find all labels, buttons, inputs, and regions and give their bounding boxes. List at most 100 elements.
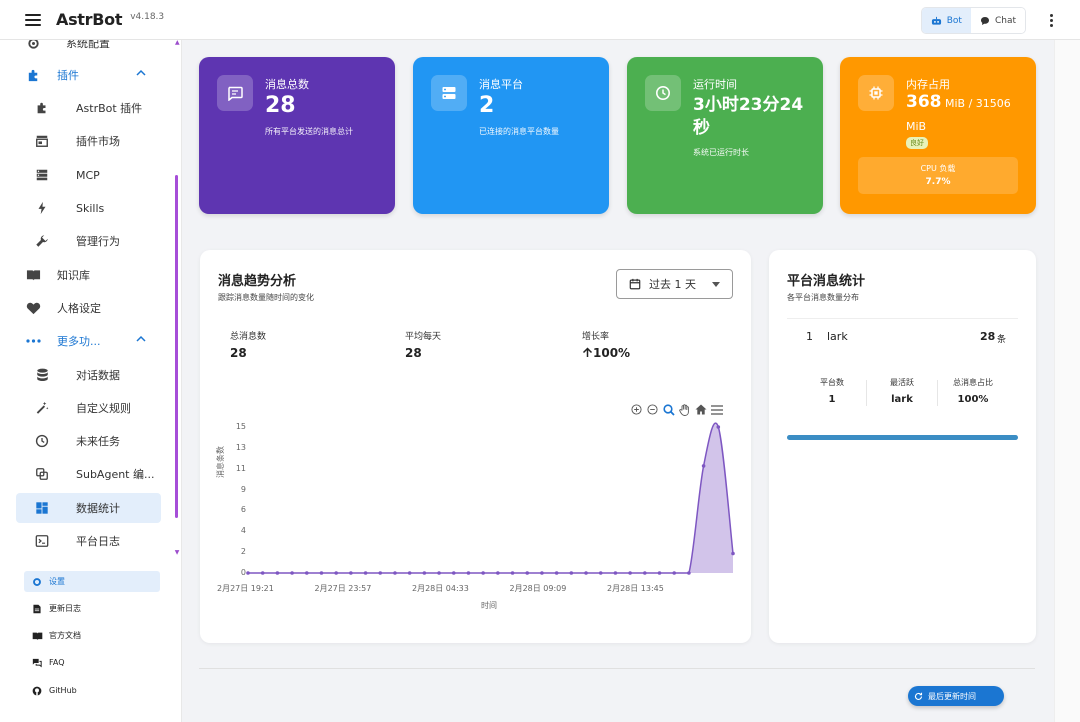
time-range-select[interactable]: 过去 1 天 [616,269,733,299]
cpu-load-label: CPU 负载 [920,164,956,173]
data-point[interactable] [334,571,338,575]
store-icon [33,132,51,150]
sidebar-item-persona[interactable]: 人格设定 [16,293,161,323]
sidebar-item-conversation-data[interactable]: 对话数据 [16,360,161,390]
summary-share-value: 100% [957,394,989,405]
data-point[interactable] [584,571,588,575]
sidebar-item-future-tasks[interactable]: 未来任务 [16,426,161,456]
data-point[interactable] [731,551,735,556]
card-description: 已连接的消息平台数量 [479,127,559,136]
series-line [248,422,734,574]
sidebar-item-mcp[interactable]: MCP [16,160,161,190]
y-tick-label: 2 [240,547,246,557]
data-point[interactable] [716,425,721,429]
data-point[interactable] [363,571,368,575]
more-options-icon[interactable] [1046,12,1057,29]
sidebar-item-knowledge-base[interactable]: 知识库 [16,260,161,290]
data-point[interactable] [554,571,559,575]
data-point[interactable] [290,571,294,575]
sidebar-docs-link[interactable]: 官方文档 [24,625,160,646]
menu-toggle-icon[interactable] [25,13,41,26]
data-point[interactable] [260,571,265,575]
data-point[interactable] [510,571,515,575]
sidebar-github-link[interactable]: GitHub [24,680,160,701]
reset-home-icon[interactable] [694,403,707,416]
sidebar-item-skills[interactable]: Skills [16,193,161,223]
last-updated-label: 最后更新时间 [928,691,976,701]
chart-menu-icon[interactable] [710,403,723,416]
sidebar-item-plugins[interactable]: 插件 [16,60,161,90]
data-point[interactable] [643,571,647,575]
chevron-up-icon[interactable] [136,335,146,343]
data-point[interactable] [613,571,618,575]
sidebar-item-plugin-market[interactable]: 插件市场 [16,126,161,156]
document-icon [31,603,43,615]
platform-rank: 1 [806,330,813,343]
data-point[interactable] [701,464,706,468]
sidebar-item-system-config[interactable]: 系统配置 [16,40,161,58]
sidebar-item-label: 插件 [57,69,79,82]
data-point[interactable] [378,571,383,575]
zoom-in-icon[interactable] [630,403,643,416]
data-point[interactable] [569,571,574,575]
sidebar-item-subagent[interactable]: SubAgent 编... [16,459,161,489]
dropdown-arrow-icon [712,282,720,287]
sidebar-changelog-link[interactable]: 更新日志 [24,598,160,619]
zoom-out-icon[interactable] [646,403,659,416]
data-point[interactable] [496,571,500,575]
sidebar-faq-link[interactable]: FAQ [24,652,160,673]
sidebar-item-manage-behavior[interactable]: 管理行为 [16,226,161,256]
sidebar-item-more-features[interactable]: 更多功... [16,326,161,356]
data-point[interactable] [451,571,456,575]
data-point[interactable] [687,571,691,575]
sidebar-item-custom-rules[interactable]: 自定义规则 [16,393,161,423]
sidebar-scroll-up-arrow[interactable]: ▲ [175,40,180,46]
puzzle-icon [33,99,51,117]
sidebar-scrollbar-thumb[interactable] [175,175,178,518]
x-axis-label: 时间 [481,601,497,610]
data-point[interactable] [540,571,544,575]
zoom-selection-icon[interactable] [662,403,675,416]
data-point[interactable] [466,571,471,575]
data-point[interactable] [407,571,412,575]
data-point[interactable] [422,571,427,575]
page-scrollbar[interactable] [1054,40,1080,722]
data-point[interactable] [657,571,662,575]
data-point[interactable] [319,571,324,575]
top-bar: AstrBot v4.18.3 Bot Chat [0,0,1080,40]
platform-subtitle: 各平台消息数量分布 [787,293,859,302]
data-point[interactable] [246,571,250,575]
data-point[interactable] [525,571,530,575]
data-point[interactable] [437,571,441,575]
trend-area-chart [246,422,735,575]
data-point[interactable] [628,571,632,575]
sidebar-item-label: 自定义规则 [76,402,131,415]
y-tick-label: 4 [240,526,246,536]
data-point[interactable] [275,571,280,575]
chip-icon [858,75,894,111]
sidebar-item-platform-logs[interactable]: 平台日志 [16,526,161,556]
pan-hand-icon[interactable] [678,403,691,416]
chat-mode-button[interactable]: Chat [970,8,1025,33]
sidebar-item-astrbot-plugins[interactable]: AstrBot 插件 [16,93,161,123]
data-point[interactable] [672,571,677,575]
card-description: 系统已运行时长 [693,148,749,157]
sidebar-settings-link[interactable]: 设置 [24,571,160,592]
bot-mode-button[interactable]: Bot [921,8,971,33]
sidebar-item-label: 知识库 [57,269,90,282]
data-point[interactable] [304,571,309,575]
data-point[interactable] [393,571,397,575]
platform-stats-panel: 平台消息统计 各平台消息数量分布 1 lark 28 条 平台数 1 最活跃 l… [769,250,1036,643]
last-updated-button[interactable]: 最后更新时间 [908,686,1004,706]
chevron-up-icon[interactable] [136,69,146,77]
sidebar-scroll-down-arrow[interactable]: ▼ [173,550,181,556]
data-point[interactable] [481,571,485,575]
copy-icon [33,465,51,483]
main-content: 消息总数 28 所有平台发送的消息总计 消息平台 2 已连接的消息平台数量 运行… [182,40,1054,722]
uptime-card: 运行时间 3小时23分24 秒 系统已运行时长 [627,57,823,214]
summary-share-label: 总消息占比 [953,378,993,387]
data-point[interactable] [598,571,603,575]
data-point[interactable] [349,571,353,575]
sidebar-item-statistics[interactable]: 数据统计 [16,493,161,523]
summary-platform-count-label: 平台数 [820,378,844,387]
